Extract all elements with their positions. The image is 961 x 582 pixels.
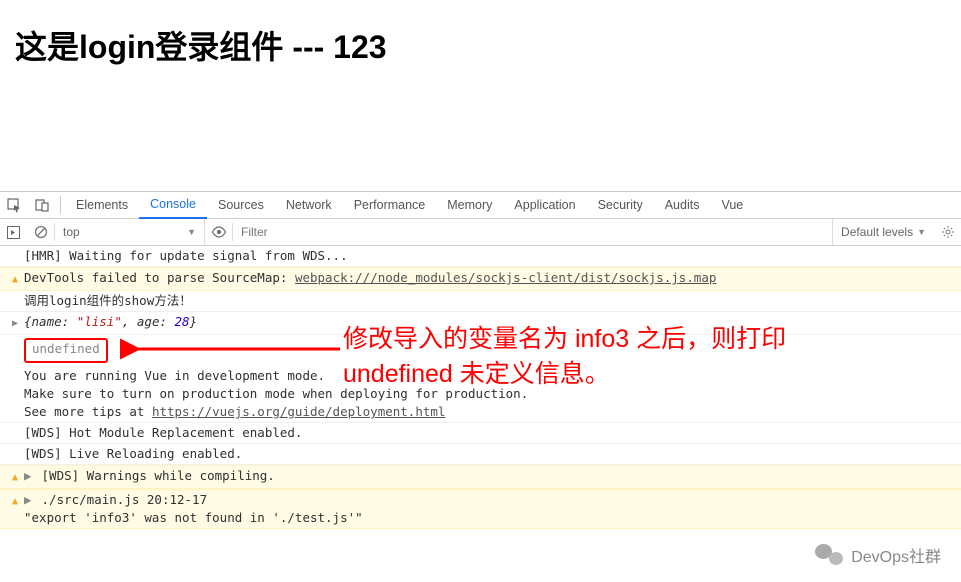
- tab-network[interactable]: Network: [275, 192, 343, 219]
- vue-guide-link[interactable]: https://vuejs.org/guide/deployment.html: [152, 404, 446, 419]
- level-label: Default levels: [841, 225, 913, 239]
- tab-security[interactable]: Security: [587, 192, 654, 219]
- device-toggle-icon[interactable]: [28, 192, 56, 219]
- log-text: [WDS] Hot Module Replacement enabled.: [24, 424, 961, 442]
- tab-memory[interactable]: Memory: [436, 192, 503, 219]
- divider: [60, 196, 61, 214]
- log-text: [WDS] Live Reloading enabled.: [24, 445, 961, 463]
- wechat-icon: [815, 543, 843, 567]
- log-row-warning[interactable]: ▲ ▶ [WDS] Warnings while compiling.: [0, 465, 961, 489]
- sidebar-toggle-icon[interactable]: [0, 219, 27, 246]
- settings-icon[interactable]: [934, 219, 961, 246]
- warn-prefix: DevTools failed to parse SourceMap:: [24, 270, 295, 285]
- watermark-text: DevOps社群: [851, 543, 941, 567]
- inspect-icon[interactable]: [0, 192, 28, 219]
- console-output: [HMR] Waiting for update signal from WDS…: [0, 246, 961, 529]
- clear-console-icon[interactable]: [27, 219, 54, 246]
- log-text: DevTools failed to parse SourceMap: webp…: [24, 269, 961, 289]
- warning-icon: ▲: [6, 491, 24, 527]
- log-row-undefined: undefined: [0, 335, 961, 366]
- tab-audits[interactable]: Audits: [654, 192, 711, 219]
- log-text: {name: "lisi", age: 28}: [24, 313, 961, 333]
- expand-icon[interactable]: ▶: [24, 467, 34, 485]
- log-level-selector[interactable]: Default levels ▼: [832, 219, 934, 245]
- log-row-warning: ▲ DevTools failed to parse SourceMap: we…: [0, 267, 961, 291]
- log-row: You are running Vue in development mode.…: [0, 366, 961, 423]
- log-text: 调用login组件的show方法！: [24, 292, 961, 310]
- devtools-panel: Elements Console Sources Network Perform…: [0, 191, 961, 529]
- log-row: [WDS] Live Reloading enabled.: [0, 444, 961, 465]
- sourcemap-link[interactable]: webpack:///node_modules/sockjs-client/di…: [295, 270, 716, 285]
- log-text: ▶ [WDS] Warnings while compiling.: [24, 467, 961, 487]
- live-expression-icon[interactable]: [205, 219, 232, 246]
- watermark: DevOps社群: [815, 543, 941, 567]
- expand-icon[interactable]: ▶: [10, 315, 20, 333]
- warning-icon: ▲: [6, 467, 24, 487]
- filter-input[interactable]: [233, 225, 832, 239]
- warning-icon: ▲: [6, 269, 24, 289]
- log-row: [HMR] Waiting for update signal from WDS…: [0, 246, 961, 267]
- context-selector[interactable]: top ▼: [55, 219, 205, 245]
- log-row: [WDS] Hot Module Replacement enabled.: [0, 423, 961, 444]
- tab-application[interactable]: Application: [503, 192, 586, 219]
- chevron-down-icon: ▼: [187, 227, 196, 237]
- console-filter-bar: top ▼ Default levels ▼: [0, 219, 961, 246]
- log-row-warning[interactable]: ▲ ▶ ./src/main.js 20:12-17 "export 'info…: [0, 489, 961, 529]
- undefined-highlight: undefined: [24, 338, 108, 363]
- expand-icon[interactable]: ▶: [24, 491, 34, 509]
- chevron-down-icon: ▼: [917, 227, 926, 237]
- devtools-tab-bar: Elements Console Sources Network Perform…: [0, 192, 961, 219]
- context-label: top: [63, 225, 80, 239]
- tab-sources[interactable]: Sources: [207, 192, 275, 219]
- log-text: ▶ ./src/main.js 20:12-17 "export 'info3'…: [24, 491, 961, 527]
- tab-performance[interactable]: Performance: [343, 192, 437, 219]
- tab-console[interactable]: Console: [139, 192, 207, 219]
- log-row-object[interactable]: ▶ {name: "lisi", age: 28}: [0, 312, 961, 335]
- log-text: [HMR] Waiting for update signal from WDS…: [24, 247, 961, 265]
- tab-vue[interactable]: Vue: [710, 192, 754, 219]
- log-row: 调用login组件的show方法！: [0, 291, 961, 312]
- tab-elements[interactable]: Elements: [65, 192, 139, 219]
- page-title: 这是login登录组件 --- 123: [0, 0, 961, 90]
- log-text: You are running Vue in development mode.…: [24, 367, 961, 421]
